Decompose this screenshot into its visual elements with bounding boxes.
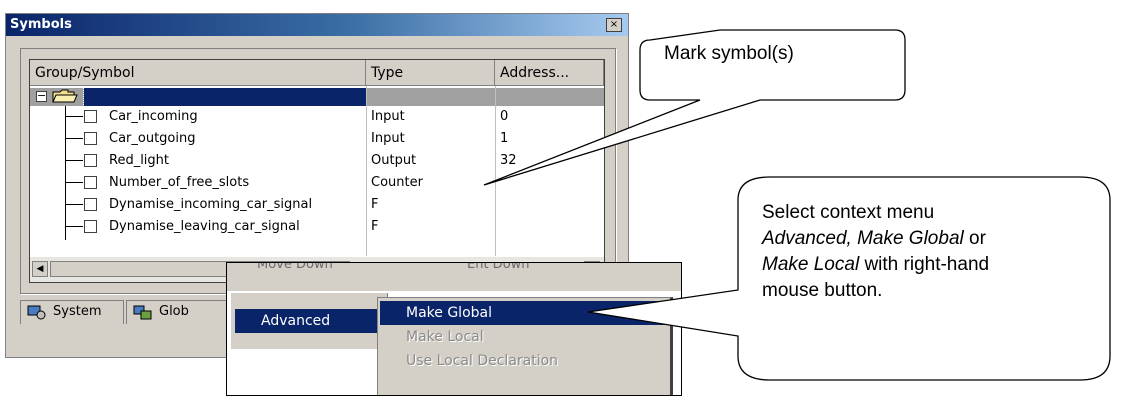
callout-text: with right-hand (859, 254, 990, 275)
callout-line: Make Local with right-hand (762, 252, 1082, 278)
callout-italic: Make Local (762, 254, 860, 275)
callout-overlay (483, 29, 1111, 381)
callout-text: or (963, 228, 986, 249)
mark-callout-text: Mark symbol(s) (664, 43, 794, 64)
callout-line: mouse button. (762, 280, 883, 301)
callout-line: Advanced, Make Global or (762, 226, 1082, 252)
callout-italic: Advanced, Make Global (762, 228, 964, 249)
menu-callout-text: Select context menu Advanced, Make Globa… (762, 200, 1082, 304)
callout-line: Select context menu (762, 202, 935, 223)
